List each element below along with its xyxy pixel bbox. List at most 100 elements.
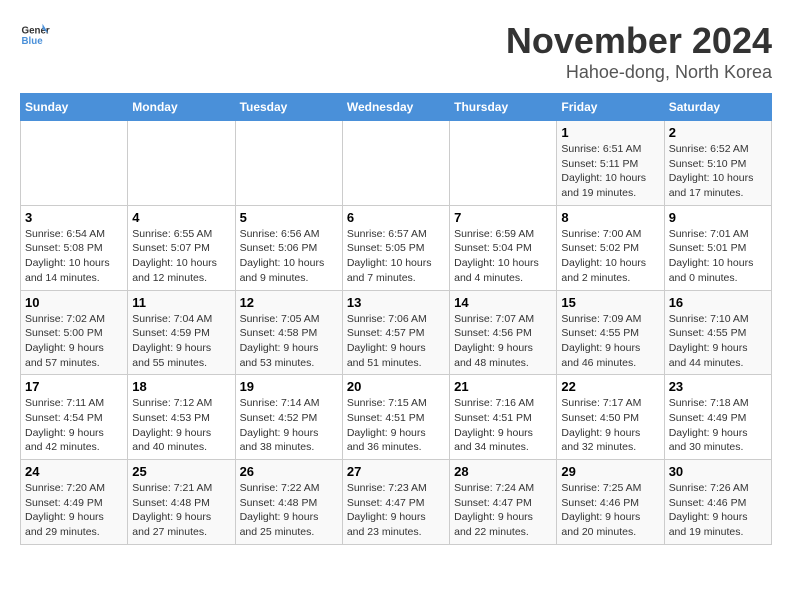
day-detail: Sunrise: 7:01 AM Sunset: 5:01 PM Dayligh… (669, 227, 767, 286)
header-thursday: Thursday (450, 94, 557, 121)
day-number: 2 (669, 125, 767, 140)
day-detail: Sunrise: 7:10 AM Sunset: 4:55 PM Dayligh… (669, 312, 767, 371)
day-detail: Sunrise: 6:59 AM Sunset: 5:04 PM Dayligh… (454, 227, 552, 286)
day-detail: Sunrise: 7:26 AM Sunset: 4:46 PM Dayligh… (669, 481, 767, 540)
cell-week2-day0: 10 Sunrise: 7:02 AM Sunset: 5:00 PM Dayli… (21, 290, 128, 375)
day-detail: Sunrise: 7:12 AM Sunset: 4:53 PM Dayligh… (132, 396, 230, 455)
day-detail: Sunrise: 7:15 AM Sunset: 4:51 PM Dayligh… (347, 396, 445, 455)
cell-week4-day4: 28 Sunrise: 7:24 AM Sunset: 4:47 PM Dayli… (450, 460, 557, 545)
day-number: 22 (561, 379, 659, 394)
header-sunday: Sunday (21, 94, 128, 121)
day-number: 16 (669, 295, 767, 310)
cell-week1-day6: 9 Sunrise: 7:01 AM Sunset: 5:01 PM Daylig… (664, 205, 771, 290)
day-number: 8 (561, 210, 659, 225)
day-detail: Sunrise: 7:04 AM Sunset: 4:59 PM Dayligh… (132, 312, 230, 371)
day-number: 20 (347, 379, 445, 394)
header-friday: Friday (557, 94, 664, 121)
day-number: 15 (561, 295, 659, 310)
day-number: 13 (347, 295, 445, 310)
cell-week3-day6: 23 Sunrise: 7:18 AM Sunset: 4:49 PM Dayli… (664, 375, 771, 460)
week-row-3: 17 Sunrise: 7:11 AM Sunset: 4:54 PM Dayli… (21, 375, 772, 460)
cell-week3-day0: 17 Sunrise: 7:11 AM Sunset: 4:54 PM Dayli… (21, 375, 128, 460)
cell-week2-day3: 13 Sunrise: 7:06 AM Sunset: 4:57 PM Dayli… (342, 290, 449, 375)
cell-week4-day5: 29 Sunrise: 7:25 AM Sunset: 4:46 PM Dayli… (557, 460, 664, 545)
cell-week3-day5: 22 Sunrise: 7:17 AM Sunset: 4:50 PM Dayli… (557, 375, 664, 460)
day-number: 10 (25, 295, 123, 310)
day-detail: Sunrise: 7:14 AM Sunset: 4:52 PM Dayligh… (240, 396, 338, 455)
day-detail: Sunrise: 7:06 AM Sunset: 4:57 PM Dayligh… (347, 312, 445, 371)
day-number: 24 (25, 464, 123, 479)
day-detail: Sunrise: 7:11 AM Sunset: 4:54 PM Dayligh… (25, 396, 123, 455)
cell-week0-day6: 2 Sunrise: 6:52 AM Sunset: 5:10 PM Daylig… (664, 121, 771, 206)
calendar-header: Sunday Monday Tuesday Wednesday Thursday… (21, 94, 772, 121)
cell-week0-day4 (450, 121, 557, 206)
header-saturday: Saturday (664, 94, 771, 121)
day-detail: Sunrise: 7:24 AM Sunset: 4:47 PM Dayligh… (454, 481, 552, 540)
day-number: 14 (454, 295, 552, 310)
cell-week3-day1: 18 Sunrise: 7:12 AM Sunset: 4:53 PM Dayli… (128, 375, 235, 460)
week-row-1: 3 Sunrise: 6:54 AM Sunset: 5:08 PM Daylig… (21, 205, 772, 290)
day-number: 25 (132, 464, 230, 479)
cell-week1-day0: 3 Sunrise: 6:54 AM Sunset: 5:08 PM Daylig… (21, 205, 128, 290)
day-detail: Sunrise: 7:25 AM Sunset: 4:46 PM Dayligh… (561, 481, 659, 540)
cell-week1-day2: 5Sunrise: 6:56 AM Sunset: 5:06 PM Daylig… (235, 205, 342, 290)
cell-week0-day5: 1 Sunrise: 6:51 AM Sunset: 5:11 PM Daylig… (557, 121, 664, 206)
cell-week3-day4: 21Sunrise: 7:16 AM Sunset: 4:51 PM Dayli… (450, 375, 557, 460)
cell-week3-day2: 19 Sunrise: 7:14 AM Sunset: 4:52 PM Dayli… (235, 375, 342, 460)
week-row-2: 10 Sunrise: 7:02 AM Sunset: 5:00 PM Dayli… (21, 290, 772, 375)
day-number: 23 (669, 379, 767, 394)
day-number: 6 (347, 210, 445, 225)
calendar-body: 1 Sunrise: 6:51 AM Sunset: 5:11 PM Daylig… (21, 121, 772, 545)
day-number: 17 (25, 379, 123, 394)
day-number: 18 (132, 379, 230, 394)
cell-week3-day3: 20 Sunrise: 7:15 AM Sunset: 4:51 PM Dayli… (342, 375, 449, 460)
cell-week4-day0: 24Sunrise: 7:20 AM Sunset: 4:49 PM Dayli… (21, 460, 128, 545)
day-detail: Sunrise: 7:17 AM Sunset: 4:50 PM Dayligh… (561, 396, 659, 455)
day-detail: Sunrise: 6:55 AM Sunset: 5:07 PM Dayligh… (132, 227, 230, 286)
day-detail: Sunrise: 6:54 AM Sunset: 5:08 PM Dayligh… (25, 227, 123, 286)
cell-week0-day0 (21, 121, 128, 206)
cell-week1-day1: 4 Sunrise: 6:55 AM Sunset: 5:07 PM Daylig… (128, 205, 235, 290)
cell-week0-day3 (342, 121, 449, 206)
day-number: 1 (561, 125, 659, 140)
cell-week2-day5: 15 Sunrise: 7:09 AM Sunset: 4:55 PM Dayli… (557, 290, 664, 375)
day-detail: Sunrise: 7:09 AM Sunset: 4:55 PM Dayligh… (561, 312, 659, 371)
title-area: November 2024 Hahoe-dong, North Korea (506, 20, 772, 83)
day-number: 3 (25, 210, 123, 225)
cell-week4-day1: 25 Sunrise: 7:21 AM Sunset: 4:48 PM Dayli… (128, 460, 235, 545)
calendar-table: Sunday Monday Tuesday Wednesday Thursday… (20, 93, 772, 545)
logo: General Blue (20, 20, 50, 50)
day-detail: Sunrise: 6:56 AM Sunset: 5:06 PM Dayligh… (240, 227, 338, 286)
day-detail: Sunrise: 7:21 AM Sunset: 4:48 PM Dayligh… (132, 481, 230, 540)
cell-week4-day3: 27Sunrise: 7:23 AM Sunset: 4:47 PM Dayli… (342, 460, 449, 545)
day-number: 11 (132, 295, 230, 310)
day-detail: Sunrise: 7:00 AM Sunset: 5:02 PM Dayligh… (561, 227, 659, 286)
day-number: 9 (669, 210, 767, 225)
location-title: Hahoe-dong, North Korea (506, 62, 772, 83)
header-row: Sunday Monday Tuesday Wednesday Thursday… (21, 94, 772, 121)
header: General Blue November 2024 Hahoe-dong, N… (20, 20, 772, 83)
logo-icon: General Blue (20, 20, 50, 50)
cell-week0-day1 (128, 121, 235, 206)
day-number: 28 (454, 464, 552, 479)
day-number: 19 (240, 379, 338, 394)
day-detail: Sunrise: 7:16 AM Sunset: 4:51 PM Dayligh… (454, 396, 552, 455)
cell-week2-day2: 12Sunrise: 7:05 AM Sunset: 4:58 PM Dayli… (235, 290, 342, 375)
cell-week0-day2 (235, 121, 342, 206)
day-detail: Sunrise: 6:51 AM Sunset: 5:11 PM Dayligh… (561, 142, 659, 201)
cell-week1-day3: 6Sunrise: 6:57 AM Sunset: 5:05 PM Daylig… (342, 205, 449, 290)
svg-text:Blue: Blue (22, 36, 44, 47)
day-number: 29 (561, 464, 659, 479)
cell-week2-day4: 14Sunrise: 7:07 AM Sunset: 4:56 PM Dayli… (450, 290, 557, 375)
cell-week1-day5: 8 Sunrise: 7:00 AM Sunset: 5:02 PM Daylig… (557, 205, 664, 290)
day-detail: Sunrise: 7:02 AM Sunset: 5:00 PM Dayligh… (25, 312, 123, 371)
day-detail: Sunrise: 7:18 AM Sunset: 4:49 PM Dayligh… (669, 396, 767, 455)
day-detail: Sunrise: 7:23 AM Sunset: 4:47 PM Dayligh… (347, 481, 445, 540)
week-row-0: 1 Sunrise: 6:51 AM Sunset: 5:11 PM Daylig… (21, 121, 772, 206)
day-detail: Sunrise: 6:52 AM Sunset: 5:10 PM Dayligh… (669, 142, 767, 201)
day-number: 4 (132, 210, 230, 225)
cell-week2-day1: 11 Sunrise: 7:04 AM Sunset: 4:59 PM Dayli… (128, 290, 235, 375)
cell-week4-day6: 30Sunrise: 7:26 AM Sunset: 4:46 PM Dayli… (664, 460, 771, 545)
day-detail: Sunrise: 7:22 AM Sunset: 4:48 PM Dayligh… (240, 481, 338, 540)
day-detail: Sunrise: 7:05 AM Sunset: 4:58 PM Dayligh… (240, 312, 338, 371)
